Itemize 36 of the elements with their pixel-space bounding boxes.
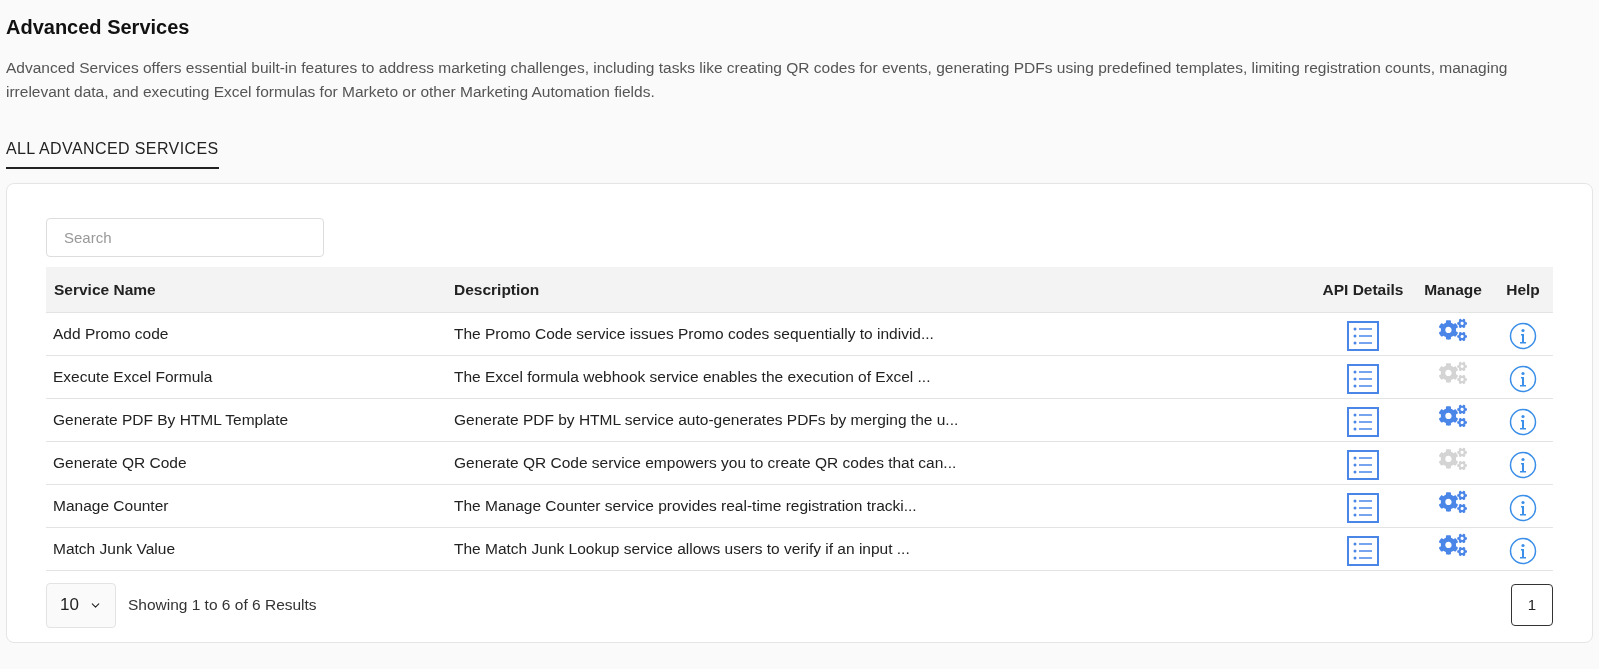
table-cell: Generate QR Code service empowers you to create QR codes that can... [446, 441, 1313, 484]
info-icon[interactable] [1509, 364, 1537, 393]
page-button[interactable]: 1 [1511, 584, 1553, 626]
page-title: Advanced Services [6, 15, 191, 40]
table-cell: The Promo Code service issues Promo codes sequentially to individ... [446, 312, 1313, 355]
column-header: Service Name [46, 267, 446, 312]
search-field[interactable]: Search [46, 218, 324, 257]
table-cell: Match Junk Value [46, 527, 446, 570]
column-header: Help [1493, 267, 1553, 312]
list-icon[interactable] [1347, 535, 1379, 566]
table-cell: Execute Excel Formula [46, 355, 446, 398]
table-cell: Manage Counter [46, 484, 446, 527]
info-icon[interactable] [1509, 407, 1537, 436]
info-icon[interactable] [1509, 450, 1537, 479]
table-cell: Add Promo code [46, 312, 446, 355]
results-summary: Showing 1 to 6 of 6 Results [127, 595, 317, 616]
list-icon[interactable] [1347, 406, 1379, 437]
list-icon[interactable] [1347, 363, 1379, 394]
tab[interactable]: ALL ADVANCED SERVICES [6, 137, 219, 169]
list-icon[interactable] [1347, 449, 1379, 480]
info-icon[interactable] [1509, 321, 1537, 350]
table-cell: The Excel formula webhook service enables the execution of Excel ... [446, 355, 1313, 398]
column-header: Manage [1413, 267, 1493, 312]
table-cell: The Manage Counter service provides real-time registration tracki... [446, 484, 1313, 527]
table-cell: Generate PDF by HTML service auto-generates PDFs by merging the u... [446, 398, 1313, 441]
info-icon[interactable] [1509, 536, 1537, 565]
page-size-select[interactable]: 10 [46, 582, 116, 628]
table-cell: Generate QR Code [46, 441, 446, 484]
table-cell: Generate PDF By HTML Template [46, 398, 446, 441]
info-icon[interactable] [1509, 493, 1537, 522]
table-cell: The Match Junk Lookup service allows users to verify if an input ... [446, 527, 1313, 570]
list-icon[interactable] [1347, 320, 1379, 351]
page-description: Advanced Services offers essential built-in features to address marketing challenges, including tasks like creating QR codes for events, generating PDFs using predefined templates, limiting registration counts, managing irrelevant data, and executing Excel formulas for Marketo or other Marketing Automation fields. [6, 58, 1509, 102]
column-header: API Details [1313, 267, 1413, 312]
list-icon[interactable] [1347, 492, 1379, 523]
column-header: Description [446, 267, 1313, 312]
